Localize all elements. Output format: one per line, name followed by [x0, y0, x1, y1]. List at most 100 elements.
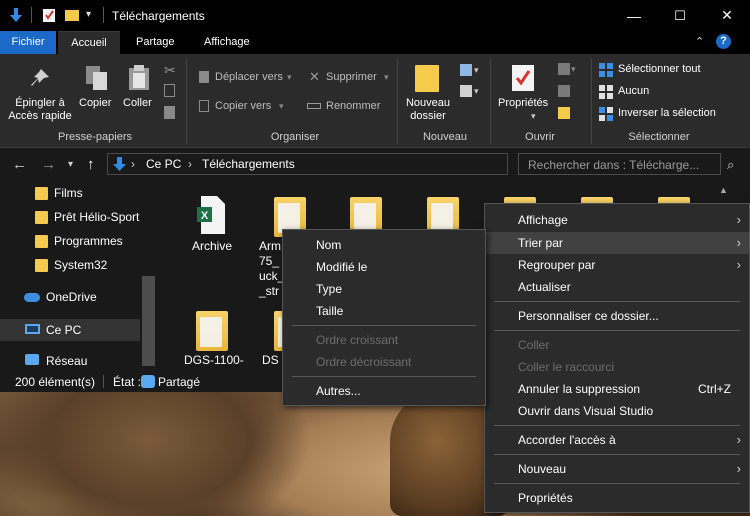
status-state-label: État :	[113, 375, 142, 389]
breadcrumb-ce-pc[interactable]: Ce PC	[146, 157, 181, 171]
new-folder-quick-access-icon[interactable]	[64, 7, 80, 23]
menu-item-regrouper-par[interactable]: Regrouper par ›	[485, 254, 749, 276]
properties-button[interactable]: Propriétés	[498, 97, 548, 109]
menu-item-coller: Coller	[485, 334, 749, 356]
sort-item-nom[interactable]: Nom	[283, 234, 485, 256]
menu-item-label: Trier par	[518, 236, 563, 250]
sort-item-taille[interactable]: Taille	[283, 300, 485, 322]
forward-arrow-icon[interactable]: →	[41, 156, 56, 173]
new-folder-button-line1[interactable]: Nouveau	[402, 97, 454, 109]
scroll-up-arrow-icon[interactable]: ▲	[719, 185, 728, 195]
invert-selection-button[interactable]: Inverser la sélection	[618, 107, 716, 119]
nav-item-pret-helio-sport[interactable]: Prêt Hélio-Sport	[0, 206, 140, 228]
minimize-button[interactable]: —	[611, 0, 657, 31]
cut-icon[interactable]: ✂	[164, 62, 176, 79]
nav-pane-scrollbar[interactable]	[142, 276, 155, 366]
tab-fichier[interactable]: Fichier	[0, 31, 56, 54]
customize-quick-access-chevron-icon[interactable]: ▾	[86, 9, 91, 20]
move-to-button[interactable]: Déplacer vers	[215, 71, 283, 83]
menu-separator	[292, 325, 476, 326]
menu-item-annuler-suppression[interactable]: Annuler la suppression Ctrl+Z	[485, 378, 749, 400]
properties-quick-access-icon[interactable]	[41, 7, 57, 23]
tab-accueil[interactable]: Accueil	[58, 31, 120, 54]
navigation-bar: ← → ▾ ↑ › Ce PC › Téléchargements Recher…	[0, 148, 750, 181]
file-label-arm-4: _str	[259, 284, 280, 298]
paste-button[interactable]: Coller	[123, 97, 152, 109]
history-icon[interactable]	[558, 107, 570, 119]
sort-submenu: Nom Modifié le Type Taille Ordre croissa…	[282, 229, 486, 406]
new-item-chevron-icon: ▾	[474, 65, 479, 75]
new-folder-button-line2[interactable]: dossier	[402, 110, 454, 122]
up-arrow-icon[interactable]: ↑	[87, 156, 95, 173]
ribbon-separator-4	[591, 58, 592, 144]
nav-item-reseau[interactable]: Réseau	[0, 350, 140, 372]
sort-item-autres[interactable]: Autres...	[283, 380, 485, 402]
folder-with-files-icon[interactable]	[196, 311, 228, 351]
menu-item-nouveau[interactable]: Nouveau ›	[485, 458, 749, 480]
edit-icon[interactable]	[558, 85, 570, 97]
close-button[interactable]: ✕	[704, 0, 750, 31]
menu-item-affichage[interactable]: Affichage ›	[485, 209, 749, 231]
title-separator-2	[103, 7, 104, 23]
sort-item-modifie-le[interactable]: Modifié le	[283, 256, 485, 278]
nav-item-label: OneDrive	[46, 290, 97, 304]
delete-button[interactable]: Supprimer	[326, 71, 377, 83]
move-to-icon	[199, 71, 209, 83]
menu-item-label: Ouvrir dans Visual Studio	[518, 404, 654, 418]
open-icon[interactable]	[558, 63, 570, 75]
file-label-arm-2: 75_	[259, 254, 280, 268]
nav-item-ce-pc[interactable]: Ce PC	[0, 319, 140, 341]
submenu-chevron-icon: ›	[736, 461, 741, 476]
maximize-button[interactable]: ☐	[657, 0, 703, 31]
nav-item-onedrive[interactable]: OneDrive	[0, 286, 140, 308]
nav-item-system32[interactable]: System32	[0, 254, 140, 276]
collapse-ribbon-chevron-icon[interactable]: ⌃	[695, 35, 704, 48]
copy-icon	[86, 66, 107, 90]
menu-item-label: Actualiser	[518, 280, 571, 294]
copy-button[interactable]: Copier	[79, 97, 111, 109]
menu-item-actualiser[interactable]: Actualiser	[485, 276, 749, 298]
menu-item-accorder-acces[interactable]: Accorder l'accès à ›	[485, 429, 749, 451]
paste-shortcut-icon[interactable]	[164, 106, 175, 119]
pin-quick-access-button-line1[interactable]: Épingler à	[8, 97, 72, 109]
tab-partage[interactable]: Partage	[126, 31, 185, 54]
menu-item-visual-studio[interactable]: Ouvrir dans Visual Studio	[485, 400, 749, 422]
back-arrow-icon[interactable]: ←	[12, 156, 27, 173]
group-selectionner: Sélectionner	[628, 131, 690, 143]
menu-item-trier-par[interactable]: Trier par ›	[485, 232, 749, 254]
search-input[interactable]: Rechercher dans : Télécharge...	[518, 153, 721, 175]
copy-path-icon[interactable]	[164, 84, 175, 97]
rename-button[interactable]: Renommer	[326, 100, 380, 112]
submenu-chevron-icon: ›	[736, 257, 741, 272]
menu-separator	[292, 376, 476, 377]
menu-item-proprietes[interactable]: Propriétés	[485, 487, 749, 509]
select-none-button[interactable]: Aucun	[618, 85, 649, 97]
nav-item-programmes[interactable]: Programmes	[0, 230, 140, 252]
sort-item-type[interactable]: Type	[283, 278, 485, 300]
select-none-icon	[599, 85, 613, 99]
menu-item-label: Affichage	[518, 213, 568, 227]
excel-file-icon: X	[197, 196, 225, 234]
recent-locations-chevron-icon[interactable]: ▾	[68, 159, 73, 170]
group-ouvrir: Ouvrir	[525, 131, 555, 143]
new-item-icon[interactable]	[460, 64, 472, 76]
nav-item-label: Films	[54, 186, 83, 200]
group-nouveau: Nouveau	[422, 131, 468, 143]
help-icon[interactable]: ?	[716, 34, 731, 49]
search-icon[interactable]: ⌕	[727, 157, 734, 173]
breadcrumb-separator-icon: ›	[131, 157, 135, 171]
easy-access-icon[interactable]	[460, 85, 472, 97]
menu-item-label: Annuler la suppression	[518, 382, 641, 396]
select-all-button[interactable]: Sélectionner tout	[618, 63, 701, 75]
tab-affichage[interactable]: Affichage	[194, 31, 260, 54]
copy-to-icon	[199, 100, 209, 112]
svg-text:X: X	[201, 210, 209, 222]
menu-item-personnaliser[interactable]: Personnaliser ce dossier...	[485, 305, 749, 327]
folder-icon	[35, 235, 48, 248]
pin-quick-access-button-line2[interactable]: Accès rapide	[8, 110, 72, 122]
address-bar[interactable]: › Ce PC › Téléchargements	[107, 153, 508, 175]
copy-to-button[interactable]: Copier vers	[215, 100, 271, 112]
nav-item-label: Prêt Hélio-Sport	[54, 210, 140, 224]
breadcrumb-telechargements[interactable]: Téléchargements	[202, 157, 295, 171]
nav-item-films[interactable]: Films	[0, 182, 140, 204]
